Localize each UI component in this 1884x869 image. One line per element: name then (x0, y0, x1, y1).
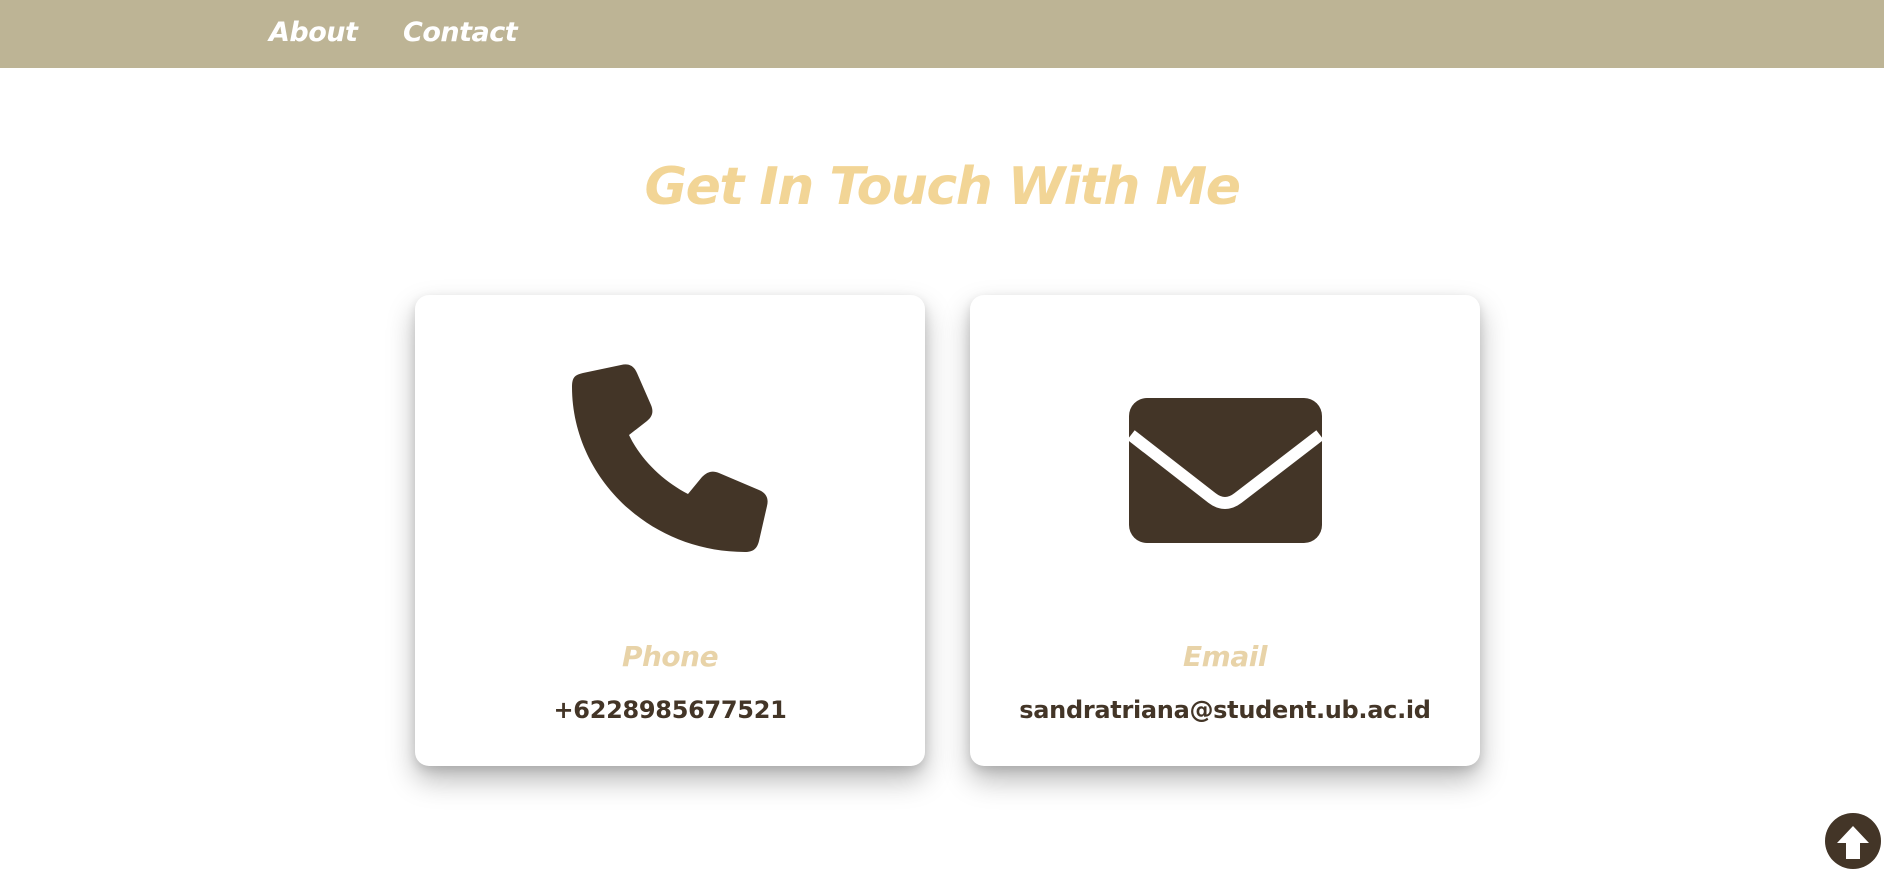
scroll-to-top-button[interactable] (1825, 813, 1881, 869)
phone-number: +6228985677521 (553, 696, 787, 724)
email-address: sandratriana@student.ub.ac.id (1019, 696, 1431, 724)
email-card: Email sandratriana@student.ub.ac.id (970, 295, 1480, 766)
arrow-up-icon (1837, 826, 1869, 859)
nav-link-contact[interactable]: Contact (403, 14, 518, 52)
contact-section-title: Get In Touch With Me (644, 157, 1241, 217)
email-label: Email (1183, 640, 1267, 673)
envelope-icon (970, 295, 1480, 555)
phone-card: Phone +6228985677521 (415, 295, 925, 766)
nav-link-about[interactable]: About (269, 14, 358, 52)
phone-label: Phone (621, 640, 719, 673)
navbar: About Contact (0, 0, 1884, 68)
phone-icon (415, 295, 925, 555)
